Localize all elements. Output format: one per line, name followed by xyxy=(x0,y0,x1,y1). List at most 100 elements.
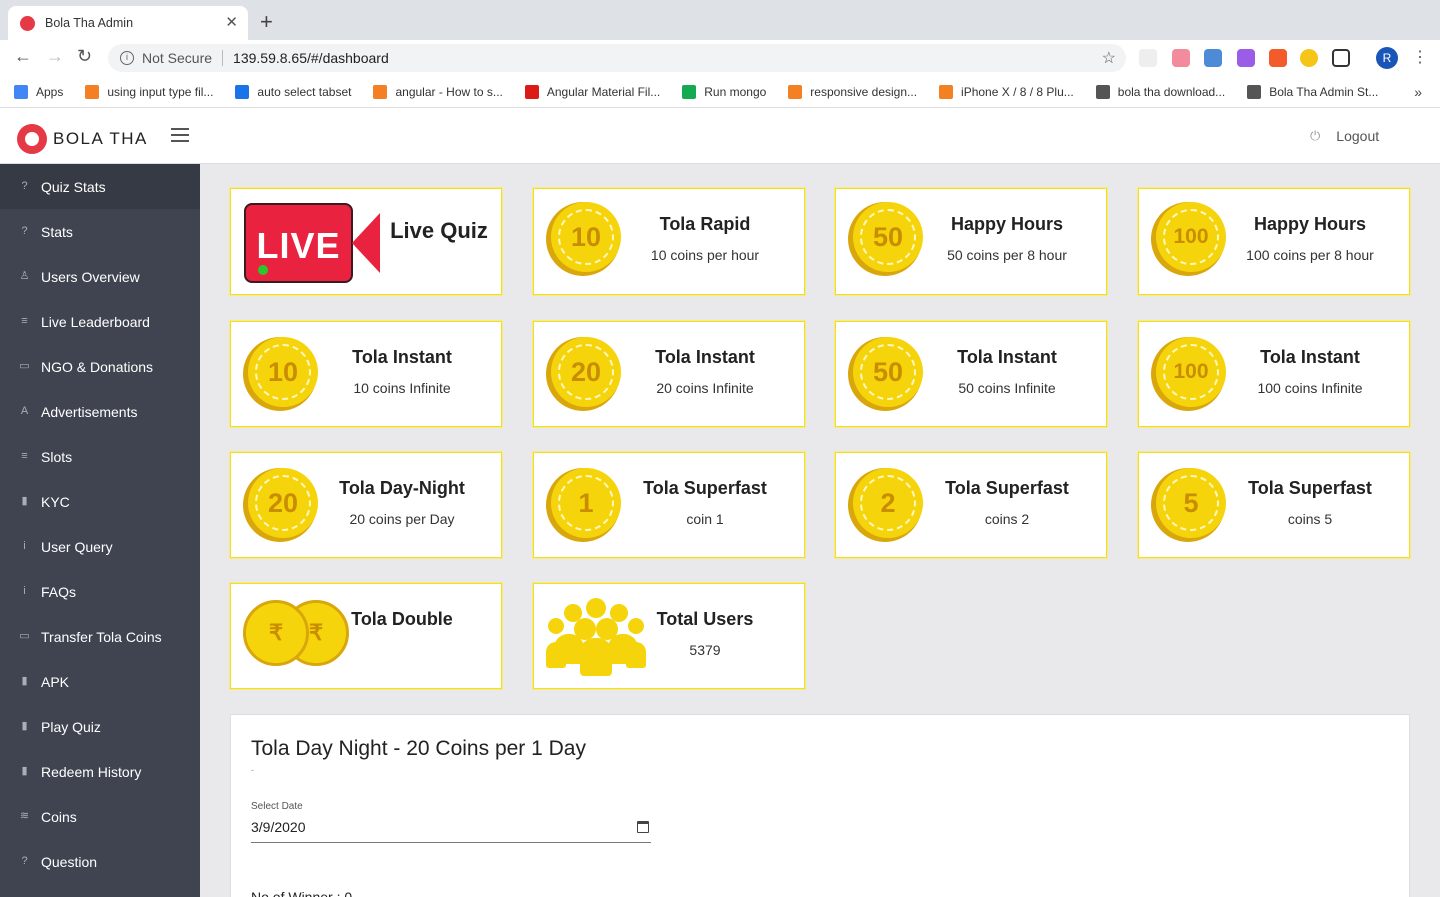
stat-card[interactable]: ₹ ₹ Tola Double xyxy=(230,583,502,689)
card-title: Tola Rapid xyxy=(659,214,751,234)
sidebar-item-ngo-donations[interactable]: ▭ NGO & Donations xyxy=(0,344,200,389)
winner-count: No of Winner : 0 xyxy=(251,889,353,897)
bookmark-item[interactable]: using input type fil... xyxy=(85,84,214,99)
help-circle-icon: ? xyxy=(21,225,28,237)
coin-icon: 5 xyxy=(1151,468,1226,542)
stat-card[interactable]: 20 Tola Instant 20 coins Infinite xyxy=(533,321,805,427)
stat-card[interactable]: 10 Tola Rapid 10 coins per hour xyxy=(533,188,805,295)
stat-card[interactable]: 10 Tola Instant 10 coins Infinite xyxy=(230,321,502,427)
file-icon: ▮ xyxy=(21,495,28,507)
bookmark-item[interactable]: Bola Tha Admin St... xyxy=(1247,84,1378,99)
sidebar-item-faqs[interactable]: i FAQs xyxy=(0,569,200,614)
bookmark-star-icon[interactable]: ☆ xyxy=(1102,48,1116,68)
address-bar[interactable]: i Not Secure 139.59.8.65/#/dashboard ☆ xyxy=(108,44,1126,72)
reload-icon[interactable]: ↻ xyxy=(77,46,92,67)
sidebar-item-live-leaderboard[interactable]: ≡ Live Leaderboard xyxy=(0,299,200,344)
bookmark-item[interactable]: angular - How to s... xyxy=(373,84,503,99)
sidebar-item-transfer-tola-coins[interactable]: ▭ Transfer Tola Coins xyxy=(0,614,200,659)
bookmark-item[interactable]: bola tha download... xyxy=(1095,84,1225,99)
card-title: Tola Instant xyxy=(957,347,1057,367)
bookmark-item[interactable]: responsive design... xyxy=(788,84,917,99)
stat-card[interactable]: Total Users 5379 xyxy=(533,583,805,689)
day-night-panel: Tola Day Night - 20 Coins per 1 Day - Se… xyxy=(230,714,1410,897)
brand-logo[interactable]: BOLA THA xyxy=(17,124,148,154)
bookmark-item[interactable]: Run mongo xyxy=(682,84,766,99)
sidebar-item-user-query[interactable]: i User Query xyxy=(0,524,200,569)
sidebar-item-stats[interactable]: ? Stats xyxy=(0,209,200,254)
sidebar-item-label: FAQs xyxy=(41,583,77,600)
apps-grid-icon xyxy=(14,84,28,99)
extension-icon[interactable] xyxy=(1204,49,1222,67)
back-icon[interactable]: ← xyxy=(14,46,32,67)
bookmark-item[interactable]: Angular Material Fil... xyxy=(524,84,661,99)
profile-avatar[interactable]: R xyxy=(1376,47,1398,69)
bookmark-label: using input type fil... xyxy=(107,84,214,99)
sidebar-item-redeem-history[interactable]: ▮ Redeem History xyxy=(0,749,200,794)
stackoverflow-icon xyxy=(939,84,954,99)
screenshot-extension-icon[interactable] xyxy=(1332,49,1350,67)
card-subtitle: 50 coins Infinite xyxy=(958,380,1056,396)
money-icon: ▭ xyxy=(19,360,30,372)
moon-extension-icon[interactable] xyxy=(1300,49,1318,67)
coin-value: 50 xyxy=(872,357,904,387)
stat-card[interactable]: 100 Tola Instant 100 coins Infinite xyxy=(1138,321,1410,427)
bookmark-label: auto select tabset xyxy=(257,84,352,99)
date-input[interactable]: 3/9/2020 xyxy=(251,819,651,843)
coin-icon: 100 xyxy=(1151,202,1226,276)
sidebar-item-advertisements[interactable]: A Advertisements xyxy=(0,389,200,434)
angular-icon xyxy=(524,84,539,99)
live-icon: LIVE xyxy=(244,203,382,283)
app-header: BOLA THA ⏻ Logout xyxy=(0,108,1440,164)
browser-menu-icon[interactable]: ⋮ xyxy=(1412,47,1428,67)
lighthouse-extension-icon[interactable] xyxy=(1269,49,1287,67)
info-icon[interactable]: i xyxy=(120,51,134,65)
list-icon: ≡ xyxy=(21,315,28,327)
stat-card[interactable]: 5 Tola Superfast coins 5 xyxy=(1138,452,1410,558)
stat-card[interactable]: 1 Tola Superfast coin 1 xyxy=(533,452,805,558)
pen-extension-icon[interactable] xyxy=(1237,49,1255,67)
card-subtitle: coin 1 xyxy=(686,511,724,527)
bookmark-item[interactable]: auto select tabset xyxy=(235,84,352,99)
browser-tab[interactable]: Bola Tha Admin ✕ xyxy=(8,6,248,40)
sidebar-item-question[interactable]: ? Question xyxy=(0,839,200,884)
sidebar-item-quiz-stats[interactable]: ? Quiz Stats xyxy=(0,164,200,209)
user-icon: ♙ xyxy=(19,270,30,282)
pocket-extension-icon[interactable] xyxy=(1172,49,1190,67)
menu-toggle-icon[interactable] xyxy=(171,128,189,142)
sidebar-item-coins[interactable]: ≋ Coins xyxy=(0,794,200,839)
sidebar-item-label: Transfer Tola Coins xyxy=(41,628,162,645)
stat-card[interactable]: 50 Tola Instant 50 coins Infinite xyxy=(835,321,1107,427)
coin-icon: 2 xyxy=(848,468,923,542)
coin-value: 10 xyxy=(570,222,602,252)
sidebar-item-play-quiz[interactable]: ▮ Play Quiz xyxy=(0,704,200,749)
sidebar-item-apk[interactable]: ▮ APK xyxy=(0,659,200,704)
stat-card[interactable]: 50 Happy Hours 50 coins per 8 hour xyxy=(835,188,1107,295)
bookmark-item[interactable]: iPhone X / 8 / 8 Plu... xyxy=(939,84,1074,99)
file-icon: ▮ xyxy=(21,720,28,732)
new-tab-icon[interactable]: + xyxy=(260,9,273,35)
bookmarks-overflow-icon[interactable]: » xyxy=(1414,84,1422,100)
bookmark-label: Angular Material Fil... xyxy=(546,84,661,99)
json-extension-icon[interactable] xyxy=(1139,49,1157,67)
stat-card[interactable]: LIVE Live Quiz xyxy=(230,188,502,295)
logout-button[interactable]: ⏻ Logout xyxy=(1310,128,1379,144)
sidebar-item-slots[interactable]: ≡ Slots xyxy=(0,434,200,479)
stackoverflow-icon xyxy=(373,84,388,99)
forward-icon[interactable]: → xyxy=(46,46,64,67)
sidebar-item-users-overview[interactable]: ♙ Users Overview xyxy=(0,254,200,299)
tab-close-icon[interactable]: ✕ xyxy=(225,13,238,31)
tab-title: Bola Tha Admin xyxy=(45,16,134,30)
stat-card[interactable]: 100 Happy Hours 100 coins per 8 hour xyxy=(1138,188,1410,295)
stat-card[interactable]: 20 Tola Day-Night 20 coins per Day xyxy=(230,452,502,558)
card-subtitle: 10 coins Infinite xyxy=(353,380,451,396)
bookmark-item[interactable]: Apps xyxy=(14,84,63,99)
help-circle-icon: ? xyxy=(21,180,28,192)
card-subtitle: 100 coins per 8 hour xyxy=(1246,247,1374,263)
sidebar-item-kyc[interactable]: ▮ KYC xyxy=(0,479,200,524)
calendar-icon[interactable] xyxy=(637,821,649,833)
coin-value: 10 xyxy=(267,357,299,387)
card-subtitle: 20 coins Infinite xyxy=(656,380,754,396)
address-separator xyxy=(222,50,224,66)
card-title: Tola Superfast xyxy=(1248,478,1372,498)
stat-card[interactable]: 2 Tola Superfast coins 2 xyxy=(835,452,1107,558)
